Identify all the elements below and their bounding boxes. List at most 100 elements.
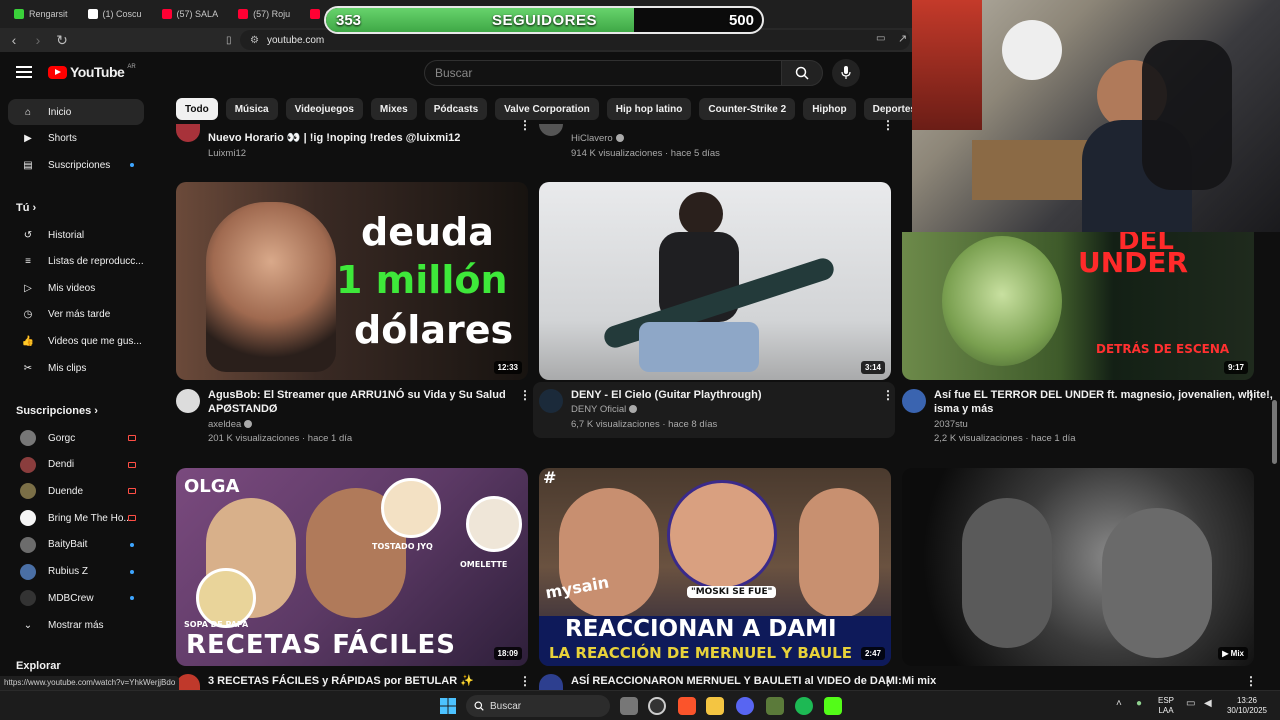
browser-tab[interactable]: (1) Coscu [80, 3, 150, 25]
sidebar-item[interactable]: ↺ Historial [8, 222, 144, 248]
sidebar-item[interactable]: Duende [8, 478, 144, 504]
file-explorer-icon[interactable] [706, 697, 724, 715]
channel-name[interactable]: HiClavero [571, 132, 624, 146]
video-title[interactable]: 3 RECETAS FÁCILES y RÁPIDAS por BETULAR … [208, 674, 474, 688]
channel-avatar[interactable] [176, 389, 200, 413]
menu-icon[interactable] [16, 66, 32, 78]
more-options-icon[interactable]: ⋮ [519, 674, 531, 688]
windows-start-icon[interactable] [440, 698, 456, 714]
language-indicator[interactable]: ESP LAA [1158, 696, 1174, 716]
video-title[interactable]: Así fue EL TERROR DEL UNDER ft. magnesio… [934, 388, 1273, 416]
clock[interactable]: 13:26 30/10/2025 [1222, 696, 1272, 716]
thumbnail-text: deuda [361, 210, 494, 254]
voice-search-button[interactable] [832, 59, 860, 87]
cast-icon[interactable]: ▭ [876, 33, 885, 44]
channel-name[interactable]: 2037stu [934, 418, 968, 432]
channel-avatar[interactable] [176, 124, 200, 142]
discord-icon[interactable] [736, 697, 754, 715]
video-title-line: AgusBob: El Streamer que ARRU1NÓ su Vida… [208, 389, 506, 401]
network-icon[interactable]: ▭ [1186, 698, 1195, 709]
sidebar-item[interactable]: ▶ Shorts [8, 126, 144, 152]
youtube-logo[interactable]: YouTube AR [48, 64, 136, 80]
more-options-icon[interactable]: ⋮ [1245, 388, 1257, 402]
show-more-button[interactable]: ⌄ Mostrar más [8, 612, 144, 638]
share-icon[interactable]: ↗ [898, 32, 907, 45]
video-thumbnail[interactable]: DEL UNDER DETRÁS DE ESCENA 9:17 [902, 232, 1254, 380]
video-title[interactable]: DENY - El Cielo (Guitar Playthrough) [571, 388, 761, 402]
you-heading-label: Tú [16, 202, 30, 214]
video-title[interactable]: ASÍ REACCIONARON MERNUEL Y BAULETI al VI… [571, 674, 902, 688]
sidebar-item[interactable]: Rubius Z [8, 559, 144, 585]
channel-avatar[interactable] [539, 674, 563, 690]
search-button[interactable] [781, 60, 823, 86]
taskbar-search[interactable]: Buscar [466, 695, 610, 717]
sidebar-item[interactable]: Gorgc [8, 425, 144, 451]
browser-tab[interactable]: Rengarsit [6, 3, 76, 25]
chip-2[interactable]: Videojuegos [285, 98, 363, 120]
bookmark-icon[interactable]: ▯ [226, 35, 232, 46]
sidebar-item[interactable]: ⌂ Inicio [8, 99, 144, 125]
more-options-icon[interactable]: ⋮ [882, 674, 894, 688]
sidebar-item[interactable]: ≡ Listas de reproducc... [8, 249, 144, 275]
page-scrollbar[interactable] [1272, 400, 1277, 464]
browser-tab[interactable]: (57) SALA [154, 3, 227, 25]
video-thumbnail[interactable]: deuda 1 millón dólares 12:33 [176, 182, 528, 380]
video-title-line: APØSTANDØ [208, 403, 278, 415]
task-view-icon[interactable] [620, 697, 638, 715]
channel-name[interactable]: axeldea [208, 418, 253, 432]
more-options-icon[interactable]: ⋮ [882, 118, 894, 132]
chip-3[interactable]: Mixes [370, 98, 417, 120]
sidebar-item[interactable]: BaityBait [8, 532, 144, 558]
more-options-icon[interactable]: ⋮ [519, 118, 531, 132]
channel-avatar[interactable] [539, 124, 563, 136]
sidebar-item[interactable]: MDBCrew [8, 585, 144, 611]
channel-avatar[interactable] [539, 389, 563, 413]
microphone-tray-icon[interactable]: ● [1136, 698, 1142, 709]
video-thumbnail[interactable]: 3:14 [539, 182, 891, 380]
video-thumbnail[interactable]: # mysain "MOSKI SE FUE" REACCIONAN A DAM… [539, 468, 891, 666]
kick-icon[interactable] [824, 697, 842, 715]
site-info-icon[interactable]: ⚙ [250, 35, 259, 46]
more-options-icon[interactable]: ⋮ [1245, 674, 1257, 688]
sidebar-item[interactable]: ▷ Mis videos [8, 275, 144, 301]
channel-name[interactable]: Luixmi12 [208, 147, 246, 161]
sidebar-item[interactable]: ✂ Mis clips [8, 355, 144, 381]
more-options-icon[interactable]: ⋮ [882, 388, 894, 402]
back-icon[interactable]: ‹ [4, 32, 24, 48]
sidebar-item[interactable]: Bring Me The Ho... [8, 505, 144, 531]
chip-0[interactable]: Todo [176, 98, 218, 120]
follower-label: SEGUIDORES [492, 12, 598, 29]
search-input[interactable]: Buscar [424, 60, 782, 86]
more-options-icon[interactable]: ⋮ [519, 388, 531, 402]
channel-name[interactable]: DENY Oficial [571, 403, 638, 417]
brave-browser-icon[interactable] [678, 697, 696, 715]
sidebar-item[interactable]: 👍 Videos que me gus... [8, 328, 144, 354]
subscriptions-heading[interactable]: Suscripciones › [16, 405, 98, 417]
chip-1[interactable]: Música [225, 98, 278, 120]
channel-avatar[interactable] [176, 674, 200, 690]
video-thumbnail[interactable]: OLGA TOSTADO JYQ OMELETTE SOPA DE PAPA R… [176, 468, 528, 666]
browser-tab[interactable]: (57) Roju [230, 3, 298, 25]
channel-avatar[interactable] [902, 389, 926, 413]
verified-icon [615, 134, 624, 143]
sidebar-item[interactable]: ◷ Ver más tarde [8, 302, 144, 328]
video-title[interactable]: Mi mix [902, 674, 936, 688]
app-icon[interactable] [766, 697, 784, 715]
video-title[interactable]: AgusBob: El Streamer que ARRU1NÓ su Vida… [208, 388, 506, 416]
volume-icon[interactable]: ◀ [1204, 698, 1212, 709]
chip-6[interactable]: Hip hop latino [606, 98, 692, 120]
chip-8[interactable]: Hiphop [803, 98, 856, 120]
spotify-icon[interactable] [795, 697, 813, 715]
forward-icon[interactable]: › [28, 32, 48, 48]
sidebar-item[interactable]: ▤ Suscripciones [8, 152, 144, 178]
sidebar-item[interactable]: Dendi [8, 452, 144, 478]
video-title[interactable]: Nuevo Horario 👀 | !ig !noping !redes @lu… [208, 131, 460, 145]
obs-icon[interactable] [648, 697, 666, 715]
chip-7[interactable]: Counter-Strike 2 [699, 98, 796, 120]
chip-4[interactable]: Pódcasts [424, 98, 488, 120]
reload-icon[interactable]: ↻ [52, 32, 72, 49]
video-thumbnail[interactable]: ▶ Mix [902, 468, 1254, 666]
you-heading[interactable]: Tú › [16, 202, 36, 214]
chip-5[interactable]: Valve Corporation [495, 98, 599, 120]
tray-overflow-icon[interactable]: ˄ [1116, 698, 1122, 709]
